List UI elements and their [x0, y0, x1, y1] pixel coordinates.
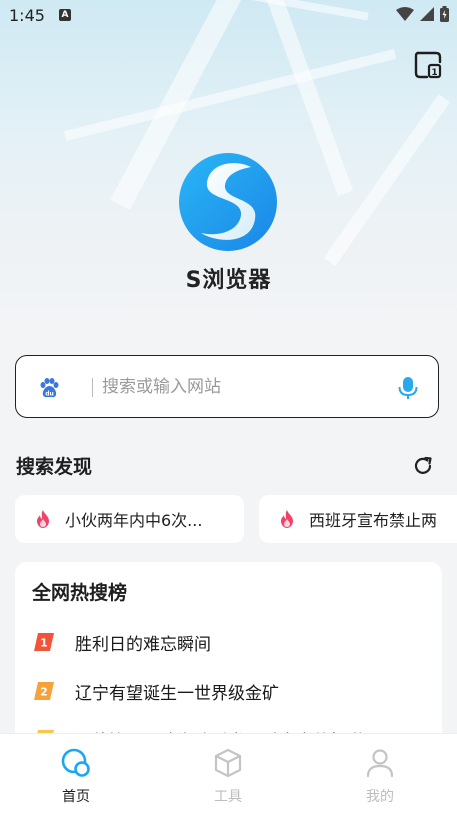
bottom-navigation: 首页 工具 我的: [0, 733, 457, 813]
hot-list-card: 全网热搜榜 1 胜利日的难忘瞬间 2 辽宁有望诞生一世界级金矿 3 哥伦比亚风速…: [15, 562, 442, 752]
fire-icon: [37, 510, 49, 528]
search-input[interactable]: [102, 370, 392, 404]
nav-tools-label: 工具: [214, 789, 242, 805]
hot-list-item-text: 辽宁有望诞生一世界级金矿: [75, 683, 279, 704]
search-box[interactable]: du: [15, 355, 439, 418]
wifi-icon: [396, 7, 414, 21]
nav-home-label: 首页: [62, 789, 90, 805]
nav-profile[interactable]: 我的: [304, 734, 456, 813]
discover-title: 搜索发现: [16, 456, 93, 478]
discover-chip[interactable]: 小伙两年内中6次...: [15, 495, 244, 543]
notification-icon: A: [59, 9, 71, 21]
nav-home[interactable]: 首页: [0, 734, 152, 813]
status-bar: 1:45 A: [0, 0, 457, 32]
hot-list-title: 全网热搜榜: [32, 582, 128, 604]
svg-text:du: du: [45, 391, 54, 398]
rank-badge-1: 1: [34, 633, 54, 651]
svg-text:2: 2: [40, 686, 48, 699]
nav-tools[interactable]: 工具: [152, 734, 304, 813]
discover-chip-label: 小伙两年内中6次...: [65, 511, 203, 530]
refresh-icon[interactable]: [411, 454, 435, 478]
discover-chip-label: 西班牙宣布禁止两: [309, 511, 438, 530]
svg-text:1: 1: [40, 637, 48, 650]
nav-profile-label: 我的: [366, 789, 394, 805]
hot-list-item[interactable]: 1 胜利日的难忘瞬间: [34, 628, 211, 656]
discover-chip[interactable]: 西班牙宣布禁止两: [259, 495, 457, 543]
signal-icon: [420, 7, 434, 21]
battery-icon: [440, 6, 449, 22]
hot-list-item-text: 胜利日的难忘瞬间: [75, 634, 211, 655]
svg-text:1: 1: [431, 68, 437, 78]
hot-list-item[interactable]: 2 辽宁有望诞生一世界级金矿: [34, 677, 279, 705]
tabs-count-icon[interactable]: 1: [414, 51, 442, 79]
status-time: 1:45: [9, 6, 45, 25]
app-name: S浏览器: [185, 268, 272, 293]
person-icon: [366, 749, 394, 778]
cube-icon: [214, 748, 242, 778]
rank-badge-2: 2: [34, 682, 54, 700]
app-logo-icon: [179, 153, 277, 251]
home-bubble-icon: [61, 748, 90, 777]
microphone-icon[interactable]: [397, 376, 419, 400]
baidu-paw-icon[interactable]: du: [38, 377, 60, 399]
fire-icon: [281, 510, 293, 528]
search-divider: [92, 378, 93, 397]
